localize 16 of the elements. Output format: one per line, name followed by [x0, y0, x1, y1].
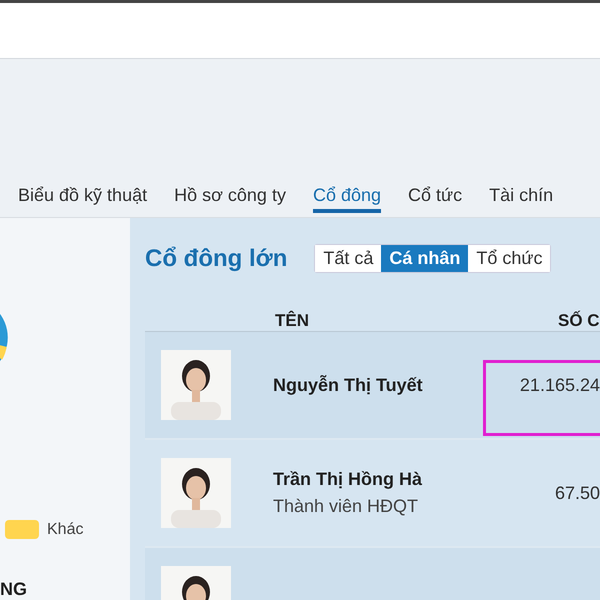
shareholder-name: Trần Thị Hồng Hà: [273, 469, 424, 490]
column-header: TÊN: [274, 311, 310, 331]
tab[interactable]: Biểu đồ kỹ thuật: [18, 175, 148, 213]
legend-label: Khác: [47, 520, 84, 538]
tab[interactable]: Cổ tức: [408, 175, 462, 213]
tab[interactable]: Tài chín: [489, 175, 554, 213]
tab[interactable]: Cổ đông: [312, 175, 382, 213]
share-count: 67.50: [554, 482, 600, 504]
section-heading: NG: [0, 579, 28, 600]
shareholder-role: Thành viên HĐQT: [273, 496, 420, 517]
column-header: SỐ C: [558, 311, 600, 331]
share-count: 21.165.24: [520, 374, 600, 396]
shareholder-name: Nguyễn Thị Tuyết: [273, 374, 424, 396]
section-title: Cổ đông lớn: [145, 244, 288, 272]
filter-button[interactable]: Cá nhân: [381, 245, 468, 272]
tab[interactable]: Hồ sơ công ty: [174, 175, 286, 213]
